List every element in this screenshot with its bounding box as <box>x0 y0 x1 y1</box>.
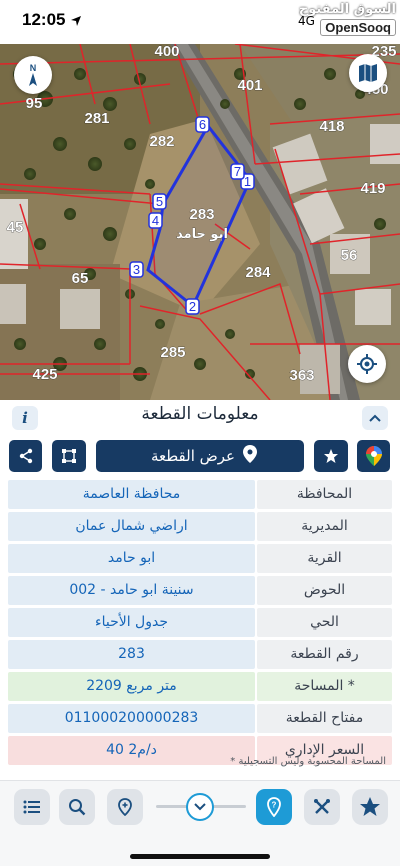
search-button[interactable] <box>59 789 95 825</box>
clock: 12:05 <box>22 10 66 29</box>
plot-number: 419 <box>360 180 385 197</box>
plot-number: 284 <box>245 264 271 281</box>
map-layers-button[interactable] <box>349 54 387 92</box>
watermark: السوق المفتوح OpenSooq <box>299 2 396 36</box>
my-location-button[interactable] <box>348 345 386 383</box>
star-icon <box>324 449 338 463</box>
area-value: 2209 متر مربع <box>8 672 255 701</box>
map-canvas: 1 2 3 4 5 6 7 400 235 401 450 95 281 282… <box>0 44 400 400</box>
sheet-header: i معلومات القطعة <box>0 400 400 436</box>
directorate-label: المديرية <box>257 512 392 541</box>
view-plot-button[interactable]: عرض القطعة <box>96 440 304 472</box>
plot-number: 363 <box>289 367 314 384</box>
search-icon <box>69 799 86 816</box>
detail-row-plot-number: 283 رقم القطعة <box>8 640 392 671</box>
share-button[interactable] <box>9 440 42 472</box>
area-footnote: * المساحة المحسوبة وليس التسجيلية <box>230 756 386 767</box>
plot-number: 45 <box>7 219 24 236</box>
parcel-name-label: ابو حامد <box>176 227 228 242</box>
polygon-button[interactable] <box>52 440 86 472</box>
google-maps-button[interactable] <box>357 440 390 472</box>
home-indicator <box>130 854 270 859</box>
basin-label: الحوض <box>257 576 392 605</box>
vertex-label: 5 <box>156 194 163 209</box>
compass-icon: N <box>29 63 37 86</box>
watermark-english: OpenSooq <box>320 19 396 36</box>
plot-key-label: مفتاح القطعة <box>257 704 392 733</box>
admin-price-value: 40 د/م2 <box>8 736 255 765</box>
village-label: القرية <box>257 544 392 573</box>
pin-icon <box>243 445 258 467</box>
plot-number: 418 <box>319 118 344 135</box>
collapse-button[interactable] <box>362 406 388 430</box>
tools-icon <box>314 799 330 814</box>
list-icon <box>23 800 40 814</box>
plot-number: 283 <box>189 206 214 223</box>
plot-number: 65 <box>72 270 89 287</box>
vertex-label: 6 <box>199 117 206 132</box>
area-label: المساحة * <box>257 672 392 701</box>
plot-key-value: 011000200000283 <box>8 704 255 733</box>
neighborhood-label: الحي <box>257 608 392 637</box>
plot-number: 425 <box>32 366 57 383</box>
plot-number: 401 <box>237 77 262 94</box>
plot-number-label: رقم القطعة <box>257 640 392 669</box>
list-button[interactable] <box>14 789 50 825</box>
directorate-value: اراضي شمال عمان <box>8 512 255 541</box>
detail-row-basin: سنينة ابو حامد - 002 الحوض <box>8 576 392 607</box>
detail-row-governorate: محافظة العاصمة المحافظة <box>8 480 392 511</box>
vertex-label: 1 <box>244 174 251 189</box>
location-arrow-icon <box>70 12 82 31</box>
neighborhood-value: جدول الأحياء <box>8 608 255 637</box>
watermark-arabic: السوق المفتوح <box>298 2 396 17</box>
view-plot-label: عرض القطعة <box>150 447 236 465</box>
polygon-icon <box>62 449 76 463</box>
star-icon <box>360 797 380 816</box>
plot-info-sheet: i معلومات القطعة عرض القطعة محافظة العاص… <box>0 400 400 780</box>
expand-toggle[interactable] <box>186 793 214 821</box>
locate-pin-button[interactable] <box>107 789 143 825</box>
vertex-label: 7 <box>234 164 241 179</box>
basin-value: سنينة ابو حامد - 002 <box>8 576 255 605</box>
vertex-label: 3 <box>133 262 140 277</box>
google-maps-icon <box>365 446 382 466</box>
detail-row-area: 2209 متر مربع المساحة * <box>8 672 392 703</box>
bottom-toolbar: ? <box>0 780 400 866</box>
map-icon <box>359 64 377 82</box>
pin-add-icon <box>118 798 132 816</box>
chevron-down-icon <box>194 803 206 811</box>
tools-button[interactable] <box>304 789 340 825</box>
crosshair-icon <box>357 354 377 374</box>
plot-number: 56 <box>341 247 358 264</box>
sheet-title: معلومات القطعة <box>141 404 259 424</box>
plot-number: 282 <box>149 133 174 150</box>
detail-row-plot-key: 011000200000283 مفتاح القطعة <box>8 704 392 735</box>
vertex-label: 2 <box>189 299 196 314</box>
plot-details-table: محافظة العاصمة المحافظة اراضي شمال عمان … <box>8 480 392 768</box>
plot-number: 285 <box>160 344 185 361</box>
share-icon <box>19 448 32 464</box>
detail-row-neighborhood: جدول الأحياء الحي <box>8 608 392 639</box>
favorite-button[interactable] <box>314 440 348 472</box>
plot-number: 95 <box>26 95 43 112</box>
satellite-map[interactable]: 1 2 3 4 5 6 7 400 235 401 450 95 281 282… <box>0 44 400 400</box>
vertex-label: 4 <box>152 213 159 228</box>
favorites-button[interactable] <box>352 789 388 825</box>
governorate-label: المحافظة <box>257 480 392 509</box>
action-bar: عرض القطعة <box>0 440 400 474</box>
detail-row-directorate: اراضي شمال عمان المديرية <box>8 512 392 543</box>
governorate-value: محافظة العاصمة <box>8 480 255 509</box>
plot-number: 281 <box>84 110 109 127</box>
svg-text:?: ? <box>272 801 277 810</box>
detail-row-village: ابو حامد القرية <box>8 544 392 575</box>
chevron-up-icon <box>369 414 381 422</box>
compass-button[interactable]: N <box>14 56 52 94</box>
village-value: ابو حامد <box>8 544 255 573</box>
plot-number: 400 <box>154 44 179 60</box>
plot-number-value: 283 <box>8 640 255 669</box>
compass-label: N <box>30 63 37 73</box>
help-location-button[interactable]: ? <box>256 789 292 825</box>
help-pin-icon: ? <box>267 797 281 817</box>
